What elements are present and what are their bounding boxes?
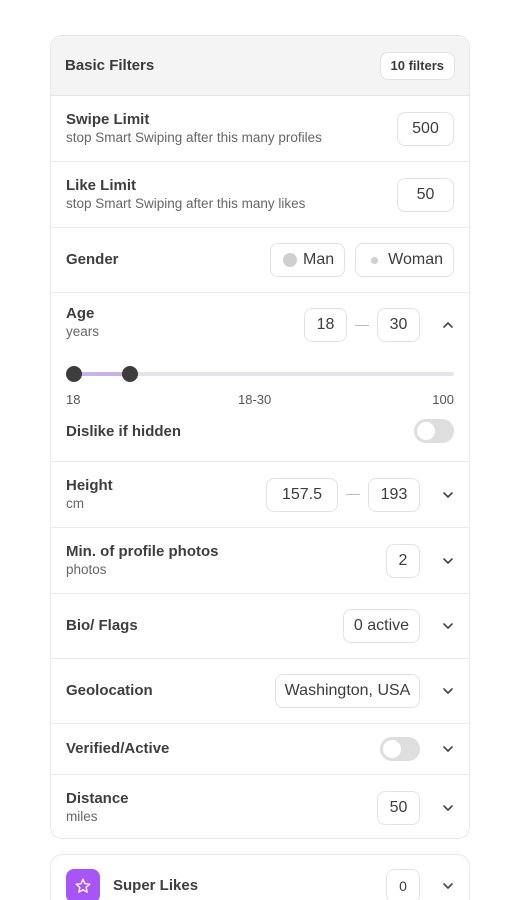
age-slider-min-label: 18 — [66, 392, 81, 407]
age-section: Age years 18 30 18 18-30 100 Dislike if … — [51, 293, 469, 462]
filters-count-badge: 10 filters — [379, 51, 455, 80]
chevron-down-icon[interactable] — [420, 622, 454, 630]
chevron-down-icon[interactable] — [420, 557, 454, 565]
geolocation-title: Geolocation — [66, 682, 153, 699]
basic-filters-title: Basic Filters — [65, 57, 155, 74]
chevron-down-icon[interactable] — [420, 491, 454, 499]
gender-title: Gender — [66, 251, 119, 268]
swipe-limit-subtitle: stop Smart Swiping after this many profi… — [66, 129, 322, 145]
gender-row: Gender Man Woman — [51, 228, 469, 293]
like-limit-input[interactable]: 50 — [397, 177, 454, 212]
geolocation-value[interactable]: Washington, USA — [275, 674, 420, 708]
super-likes-title: Super Likes — [113, 877, 199, 894]
gender-woman-label: Woman — [388, 251, 443, 268]
age-subtitle: years — [66, 324, 100, 339]
dislike-hidden-toggle[interactable] — [414, 419, 454, 443]
age-slider-labels: 18 18-30 100 — [66, 392, 454, 408]
man-radio-icon — [283, 253, 298, 267]
bio-flags-title: Bio/ Flags — [66, 617, 138, 634]
age-title: Age — [66, 305, 95, 322]
age-slider[interactable] — [66, 366, 454, 382]
verified-active-toggle[interactable] — [380, 737, 420, 761]
basic-filters-card: Basic Filters 10 filters Swipe Limit sto… — [50, 35, 470, 839]
swipe-limit-input[interactable]: 500 — [397, 111, 454, 146]
distance-title: Distance — [66, 789, 129, 807]
like-limit-subtitle: stop Smart Swiping after this many likes — [66, 195, 306, 211]
like-limit-title: Like Limit — [66, 176, 137, 194]
basic-filters-header: Basic Filters 10 filters — [51, 36, 469, 96]
gender-man-label: Man — [303, 251, 335, 268]
super-likes-input[interactable]: 0 — [386, 869, 420, 900]
bio-flags-row: Bio/ Flags 0 active — [51, 594, 469, 659]
verified-active-title: Verified/Active — [66, 740, 170, 757]
dislike-hidden-label: Dislike if hidden — [66, 423, 182, 440]
swipe-limit-row: Swipe Limit stop Smart Swiping after thi… — [51, 96, 469, 162]
height-range-dash — [346, 494, 360, 495]
profile-photos-title: Min. of profile photos — [66, 542, 219, 560]
chevron-down-icon[interactable] — [420, 745, 454, 753]
height-row: Height cm 157.5 193 — [51, 462, 469, 528]
super-likes-row: Super Likes 0 — [51, 855, 469, 900]
star-icon — [66, 869, 100, 900]
like-limit-row: Like Limit stop Smart Swiping after this… — [51, 162, 469, 228]
chevron-down-icon[interactable] — [420, 804, 454, 812]
age-range-dash — [355, 324, 369, 326]
distance-subtitle: miles — [66, 808, 98, 824]
age-slider-thumb-min[interactable] — [66, 366, 82, 382]
age-min-input[interactable]: 18 — [304, 308, 347, 342]
distance-input[interactable]: 50 — [377, 790, 420, 825]
chevron-down-icon[interactable] — [420, 687, 454, 695]
profile-photos-row: Min. of profile photos photos 2 — [51, 528, 469, 594]
height-max-input[interactable]: 193 — [368, 477, 420, 512]
age-slider-thumb-max[interactable] — [121, 366, 138, 382]
profile-photos-subtitle: photos — [66, 561, 107, 577]
profile-photos-input[interactable]: 2 — [386, 543, 420, 578]
height-min-input[interactable]: 157.5 — [266, 477, 338, 512]
chevron-up-icon[interactable] — [420, 321, 454, 329]
distance-row: Distance miles 50 — [51, 775, 469, 838]
gender-option-woman[interactable]: Woman — [355, 243, 454, 277]
age-max-input[interactable]: 30 — [377, 308, 420, 342]
super-likes-card: Super Likes 0 — [50, 854, 470, 900]
verified-active-row: Verified/Active — [51, 724, 469, 775]
gender-option-man[interactable]: Man — [270, 243, 346, 277]
age-slider-max-label: 100 — [432, 392, 454, 407]
woman-radio-icon — [371, 256, 379, 264]
height-subtitle: cm — [66, 495, 84, 511]
bio-flags-value[interactable]: 0 active — [343, 609, 420, 643]
swipe-limit-title: Swipe Limit — [66, 110, 150, 128]
geolocation-row: Geolocation Washington, USA — [51, 659, 469, 724]
chevron-down-icon[interactable] — [420, 882, 454, 890]
age-slider-range-label: 18-30 — [238, 392, 272, 407]
height-title: Height — [66, 476, 113, 494]
